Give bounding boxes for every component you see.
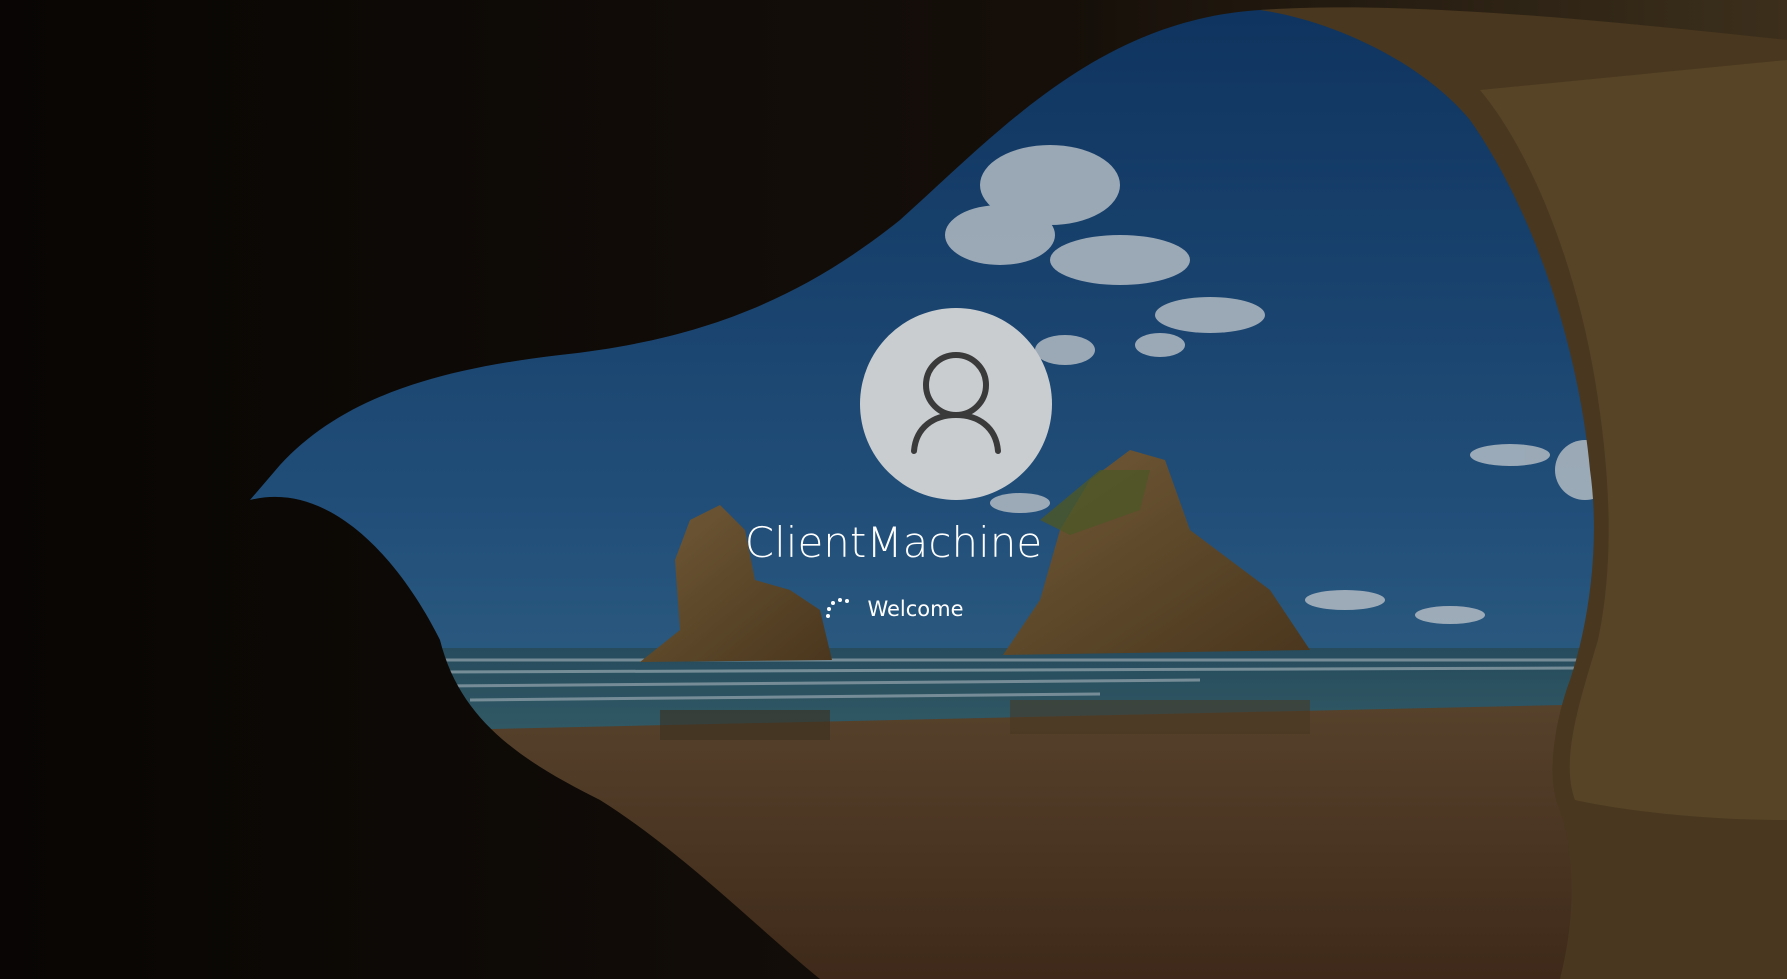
status-text: Welcome (867, 597, 964, 621)
user-icon (906, 349, 1006, 459)
sign-in-status: Welcome (0, 594, 1787, 624)
sign-in-panel: ClientMachine Welcome (0, 0, 1787, 979)
user-avatar (860, 308, 1052, 500)
user-name: ClientMachine (744, 518, 1043, 567)
loading-spinner-icon (823, 594, 853, 624)
